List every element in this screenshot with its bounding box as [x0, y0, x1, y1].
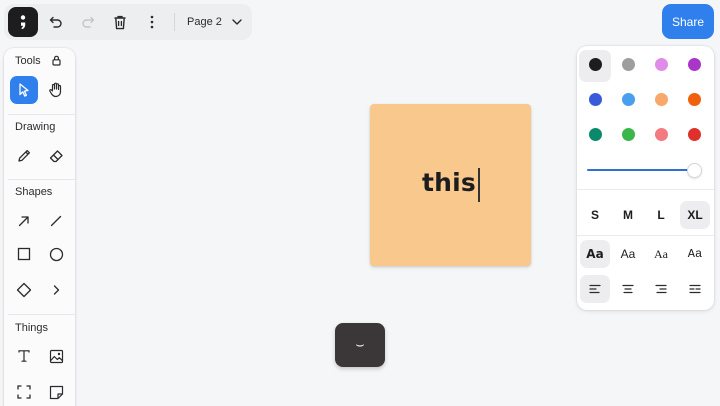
top-menu-bar: Page 2 [4, 4, 252, 40]
font-option-serif[interactable]: Aa [646, 240, 676, 268]
section-divider [8, 179, 75, 180]
size-option-m[interactable]: M [613, 201, 643, 229]
redo-icon [82, 16, 95, 28]
undo-button[interactable] [40, 7, 72, 37]
pencil-icon [18, 149, 31, 162]
menu-logo-icon [20, 15, 26, 30]
color-swatch[interactable] [589, 93, 602, 106]
color-swatch[interactable] [622, 93, 635, 106]
color-swatch[interactable] [688, 128, 701, 141]
page-selector-label[interactable]: Page 2 [187, 16, 222, 28]
align-center-button[interactable] [613, 275, 643, 303]
align-right-button[interactable] [646, 275, 676, 303]
panel-divider [577, 235, 714, 236]
line-tool[interactable] [42, 207, 70, 235]
align-justify-button[interactable] [680, 275, 710, 303]
chevron-down-icon [232, 19, 242, 25]
panel-divider [577, 189, 714, 190]
font-option-sans[interactable]: Aa [613, 240, 643, 268]
share-button[interactable]: Share [662, 4, 714, 39]
select-tool[interactable] [10, 76, 38, 104]
help-button[interactable]: ⌣ [335, 323, 385, 367]
ellipse-tool[interactable] [42, 240, 70, 268]
delete-button[interactable] [104, 7, 136, 37]
main-menu-button[interactable] [8, 7, 38, 37]
frame-tool[interactable] [10, 378, 38, 406]
image-tool[interactable] [42, 342, 70, 370]
color-swatch[interactable] [688, 58, 701, 71]
size-option-xl[interactable]: XL [680, 201, 710, 229]
hand-icon [49, 82, 62, 98]
sticky-note-text[interactable]: this [422, 168, 476, 197]
sticky-note[interactable]: this [370, 104, 531, 266]
section-divider [8, 114, 75, 115]
cursor-icon [19, 83, 29, 97]
redo-button[interactable] [72, 7, 104, 37]
sticky-note-icon [49, 385, 63, 399]
pencil-tool[interactable] [10, 142, 38, 170]
ellipse-icon [49, 247, 63, 261]
frame-icon [17, 385, 31, 399]
section-title-tools: Tools [15, 55, 41, 67]
opacity-slider-track[interactable] [587, 169, 695, 171]
tools-panel: Tools Drawing Shapes Things [4, 48, 75, 406]
rectangle-tool[interactable] [10, 240, 38, 268]
style-panel: S M L XL Aa Aa Aa Aa [577, 46, 714, 310]
diamond-tool[interactable] [10, 276, 38, 304]
rectangle-icon [17, 247, 31, 261]
color-swatch[interactable] [589, 128, 602, 141]
color-swatch[interactable] [622, 128, 635, 141]
align-center-icon [622, 284, 634, 294]
lock-icon[interactable] [52, 55, 61, 66]
image-icon [49, 349, 63, 363]
color-swatch[interactable] [589, 58, 602, 71]
section-divider [8, 314, 75, 315]
align-left-icon [589, 284, 601, 294]
undo-icon [49, 16, 62, 28]
align-justify-icon [689, 284, 701, 294]
more-vertical-icon [150, 15, 154, 29]
font-option-draw[interactable]: Aa [580, 240, 610, 268]
color-swatch[interactable] [655, 128, 668, 141]
text-caret [478, 168, 480, 202]
line-icon [50, 215, 62, 227]
toolbar-divider [174, 13, 175, 31]
color-swatch[interactable] [655, 58, 668, 71]
color-swatch[interactable] [688, 93, 701, 106]
section-title-shapes: Shapes [15, 186, 53, 198]
arrow-tool[interactable] [10, 207, 38, 235]
size-option-s[interactable]: S [580, 201, 610, 229]
opacity-slider-thumb[interactable] [687, 163, 702, 178]
section-title-things: Things [15, 322, 49, 334]
arrow-icon [18, 216, 29, 227]
eraser-tool[interactable] [42, 142, 70, 170]
eraser-icon [49, 150, 63, 163]
text-icon [18, 350, 30, 362]
color-swatch[interactable] [655, 93, 668, 106]
diamond-icon [16, 282, 32, 298]
sticky-note-tool[interactable] [42, 378, 70, 406]
align-right-icon [655, 284, 667, 294]
trash-icon [114, 15, 126, 29]
more-shapes-tool[interactable] [42, 276, 70, 304]
hand-tool[interactable] [42, 76, 70, 104]
color-swatch[interactable] [622, 58, 635, 71]
chevron-right-icon [53, 285, 60, 295]
size-option-l[interactable]: L [646, 201, 676, 229]
font-option-mono[interactable]: Aa [680, 240, 710, 268]
more-button[interactable] [136, 7, 168, 37]
section-title-drawing: Drawing [15, 121, 56, 133]
page-selector-toggle[interactable] [224, 7, 250, 37]
align-left-button[interactable] [580, 275, 610, 303]
text-tool[interactable] [10, 342, 38, 370]
